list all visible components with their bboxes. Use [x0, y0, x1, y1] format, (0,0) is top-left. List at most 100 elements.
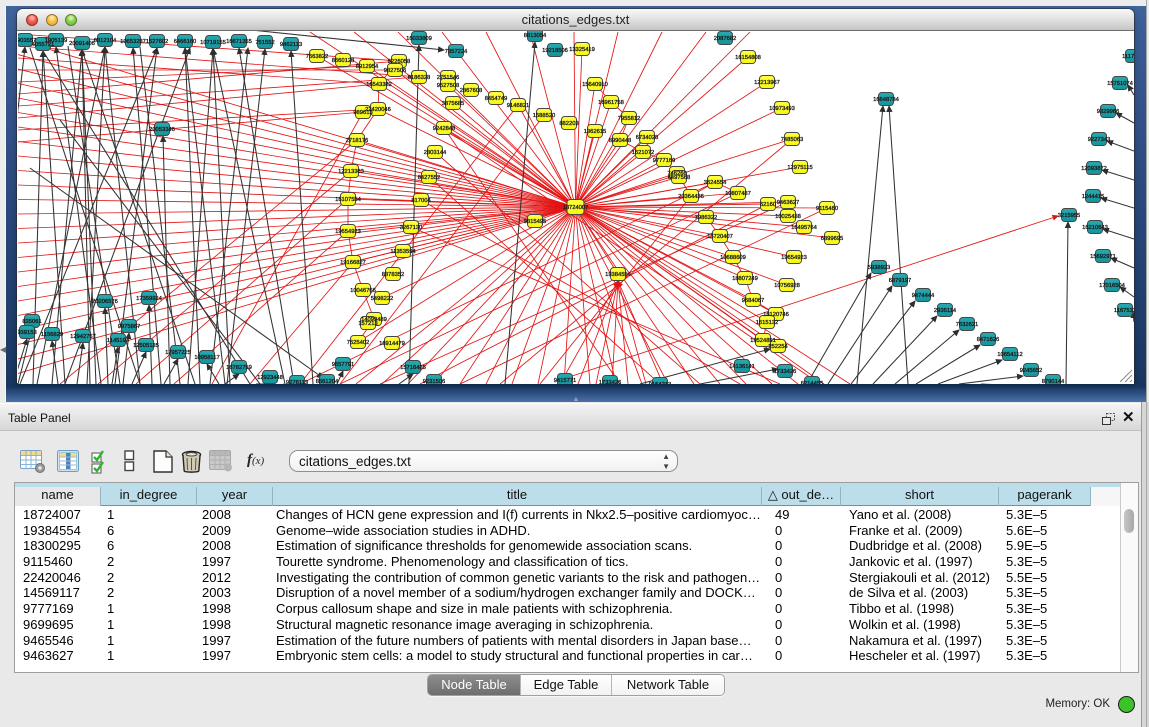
svg-text:9474444: 9474444: [912, 292, 935, 299]
svg-text:835061: 835061: [22, 318, 41, 325]
svg-text:62160: 62160: [760, 201, 776, 208]
svg-text:8186328: 8186328: [408, 74, 431, 81]
svg-text:15751074: 15751074: [1107, 80, 1134, 87]
svg-text:9777169: 9777169: [653, 157, 676, 164]
svg-text:939153: 939153: [18, 329, 37, 336]
svg-text:9462113: 9462113: [280, 41, 302, 48]
svg-text:9242848: 9242848: [433, 125, 456, 132]
svg-text:10973493: 10973493: [769, 105, 795, 112]
svg-text:16033809: 16033809: [406, 35, 432, 42]
svg-text:17016504: 17016504: [1099, 282, 1126, 289]
svg-text:19654923: 19654923: [335, 228, 361, 235]
svg-text:12975115: 12975115: [787, 164, 812, 171]
svg-text:10719155: 10719155: [200, 39, 226, 46]
svg-text:11353594: 11353594: [390, 248, 416, 255]
svg-text:10046766: 10046766: [350, 287, 376, 294]
svg-text:16120746: 16120746: [763, 311, 789, 318]
svg-text:5938923: 5938923: [868, 264, 891, 271]
svg-text:9657791: 9657791: [332, 361, 355, 368]
svg-text:1588520: 1588520: [533, 112, 556, 119]
svg-text:9415771: 9415771: [554, 377, 577, 384]
svg-text:7625402: 7625402: [347, 339, 370, 346]
svg-text:8454749: 8454749: [485, 95, 508, 102]
svg-text:15720407: 15720407: [707, 233, 733, 240]
svg-text:9276113: 9276113: [286, 379, 308, 384]
svg-text:1362615: 1362615: [584, 128, 607, 135]
svg-text:16154808: 16154808: [735, 54, 761, 61]
svg-text:9827506: 9827506: [384, 67, 407, 74]
svg-text:19384554: 19384554: [605, 271, 632, 278]
svg-text:9975867: 9975867: [118, 323, 141, 330]
svg-text:8471626: 8471626: [977, 336, 1000, 343]
svg-text:2867608: 2867608: [460, 87, 483, 94]
svg-text:15692971: 15692971: [1090, 253, 1116, 260]
svg-text:10807487: 10807487: [725, 190, 751, 197]
svg-text:12505135: 12505135: [133, 342, 159, 349]
svg-text:10688609: 10688609: [720, 254, 746, 261]
svg-text:9815495: 9815495: [524, 218, 547, 225]
svg-text:16671355: 16671355: [226, 38, 252, 45]
svg-text:14136141: 14136141: [729, 363, 755, 370]
svg-text:7986322: 7986322: [695, 214, 718, 221]
svg-text:16210643: 16210643: [1082, 224, 1108, 231]
svg-text:1145194: 1145194: [107, 337, 130, 344]
svg-text:1527602: 1527602: [146, 38, 169, 45]
svg-text:10958117: 10958117: [194, 354, 219, 361]
svg-text:20053346: 20053346: [149, 126, 175, 133]
svg-text:7632621: 7632621: [956, 321, 979, 328]
svg-text:19654923: 19654923: [781, 254, 807, 261]
svg-text:10654112: 10654112: [997, 351, 1022, 358]
svg-text:9154213: 9154213: [649, 381, 672, 384]
svg-text:6497568: 6497568: [668, 174, 691, 181]
svg-text:16914479: 16914479: [379, 340, 405, 347]
svg-text:9245652: 9245652: [1020, 367, 1043, 374]
svg-text:18807249: 18807249: [732, 275, 758, 282]
svg-text:5498222: 5498222: [371, 295, 394, 302]
svg-text:8912954: 8912954: [356, 63, 379, 70]
svg-text:16961758: 16961758: [598, 99, 624, 106]
svg-text:12942757: 12942757: [70, 333, 96, 340]
svg-text:16107554: 16107554: [335, 196, 362, 203]
svg-text:9463627: 9463627: [777, 199, 800, 206]
svg-text:2718176: 2718176: [346, 137, 369, 144]
svg-text:16648784: 16648784: [873, 96, 900, 103]
svg-text:8790144: 8790144: [1042, 378, 1065, 384]
svg-text:20206576: 20206576: [92, 298, 118, 305]
svg-text:7357224: 7357224: [445, 48, 468, 55]
svg-text:8812104: 8812104: [94, 37, 117, 44]
svg-text:8214455: 8214455: [801, 380, 824, 384]
svg-text:8561204: 8561204: [316, 378, 339, 384]
svg-text:7955812: 7955812: [618, 115, 641, 122]
svg-text:1733426: 1733426: [599, 379, 622, 384]
svg-text:7485063: 7485063: [781, 136, 804, 143]
svg-text:19218506: 19218506: [542, 47, 568, 54]
svg-text:20091406: 20091406: [69, 40, 95, 47]
svg-text:9231506: 9231506: [423, 378, 446, 384]
svg-text:12093872: 12093872: [1081, 165, 1107, 172]
svg-text:19524851: 19524851: [750, 337, 776, 344]
svg-text:989613: 989613: [353, 109, 372, 116]
svg-text:2087682: 2087682: [714, 35, 737, 42]
svg-text:9527508: 9527508: [437, 82, 460, 89]
svg-text:2935114: 2935114: [934, 307, 957, 314]
svg-text:1733426: 1733426: [774, 368, 797, 375]
svg-text:6466160: 6466160: [174, 38, 197, 45]
svg-text:9146821: 9146821: [507, 102, 530, 109]
svg-text:8813054: 8813054: [524, 32, 547, 39]
svg-text:13325419: 13325419: [569, 46, 595, 53]
svg-text:15640910: 15640910: [582, 81, 608, 88]
svg-text:3267130: 3267130: [400, 224, 423, 231]
svg-text:9684067: 9684067: [742, 297, 765, 304]
svg-text:751552: 751552: [255, 39, 274, 46]
svg-text:17359924: 17359924: [136, 295, 163, 302]
svg-text:10653287: 10653287: [120, 38, 146, 45]
svg-text:6899695: 6899695: [821, 235, 844, 242]
svg-text:8878352: 8878352: [382, 271, 405, 278]
svg-text:17957225: 17957225: [165, 349, 191, 356]
svg-text:15716485: 15716485: [400, 364, 426, 371]
svg-text:12213363: 12213363: [338, 168, 364, 175]
svg-text:16543382: 16543382: [366, 81, 392, 88]
svg-text:20364436: 20364436: [678, 193, 704, 200]
svg-text:3215955: 3215955: [1058, 212, 1081, 219]
svg-text:3624554: 3624554: [704, 179, 727, 186]
